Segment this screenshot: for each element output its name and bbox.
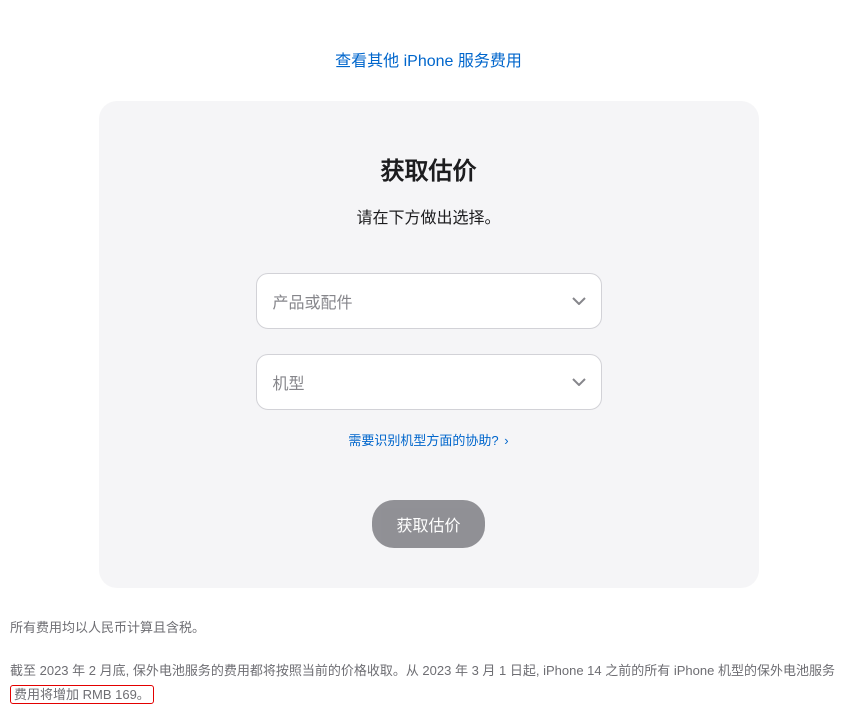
footer-line2: 截至 2023 年 2 月底, 保外电池服务的费用都将按照当前的价格收取。从 2…	[10, 659, 847, 708]
card-subtitle: 请在下方做出选择。	[139, 204, 719, 228]
price-increase-highlight: 费用将增加 RMB 169。	[10, 685, 154, 704]
model-select[interactable]: 机型	[256, 354, 602, 410]
footer-line1: 所有费用均以人民币计算且含税。	[10, 616, 847, 641]
top-link-container: 查看其他 iPhone 服务费用	[10, 0, 847, 101]
help-link-container: 需要识别机型方面的协助? ›	[139, 430, 719, 450]
product-select-wrapper: 产品或配件	[256, 273, 602, 329]
chevron-right-icon: ›	[504, 433, 508, 448]
footer-line2-part1: 截至 2023 年 2 月底, 保外电池服务的费用都将按照当前的价格收取。从 2…	[10, 663, 835, 678]
other-services-link[interactable]: 查看其他 iPhone 服务费用	[335, 53, 522, 70]
identify-model-help-link[interactable]: 需要识别机型方面的协助? ›	[348, 433, 508, 448]
card-title: 获取估价	[139, 151, 719, 186]
estimate-card: 获取估价 请在下方做出选择。 产品或配件 机型 需要识别机型方面的协助? › 获…	[99, 101, 759, 588]
get-estimate-button[interactable]: 获取估价	[372, 500, 484, 548]
help-link-label: 需要识别机型方面的协助?	[348, 433, 498, 448]
model-select-wrapper: 机型	[256, 354, 602, 410]
product-select[interactable]: 产品或配件	[256, 273, 602, 329]
footer-text: 所有费用均以人民币计算且含税。 截至 2023 年 2 月底, 保外电池服务的费…	[10, 588, 847, 708]
